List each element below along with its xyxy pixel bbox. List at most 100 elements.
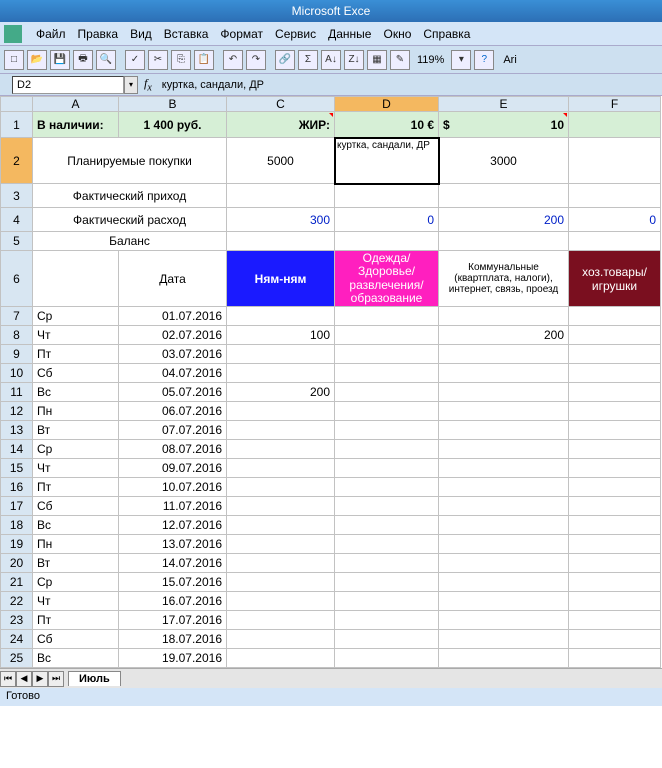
cell-B25[interactable]: 19.07.2016 [119, 649, 227, 668]
sheet-tab[interactable]: Июль [68, 671, 121, 686]
col-E[interactable]: E [439, 97, 569, 112]
cell-E4[interactable]: 200 [439, 208, 569, 232]
cell-F9[interactable] [569, 345, 661, 364]
cell-A25[interactable]: Вс [33, 649, 119, 668]
col-F[interactable]: F [569, 97, 661, 112]
cell-D1[interactable]: 10 € [335, 112, 439, 138]
cell-F21[interactable] [569, 573, 661, 592]
tab-nav-prev-icon[interactable]: ◀ [16, 671, 32, 687]
cell-E8[interactable]: 200 [439, 326, 569, 345]
new-icon[interactable]: □ [4, 50, 24, 70]
row-1[interactable]: 1 [1, 112, 33, 138]
cell-C8[interactable]: 100 [227, 326, 335, 345]
cell-E16[interactable] [439, 478, 569, 497]
cell-A9[interactable]: Пт [33, 345, 119, 364]
row-11[interactable]: 11 [1, 383, 33, 402]
cell-A17[interactable]: Сб [33, 497, 119, 516]
cell-A12[interactable]: Пн [33, 402, 119, 421]
cell-A19[interactable]: Пн [33, 535, 119, 554]
cell-A21[interactable]: Ср [33, 573, 119, 592]
cell-F18[interactable] [569, 516, 661, 535]
cell-C12[interactable] [227, 402, 335, 421]
cell-F4[interactable]: 0 [569, 208, 661, 232]
cell-F13[interactable] [569, 421, 661, 440]
cell-C17[interactable] [227, 497, 335, 516]
cell-A22[interactable]: Чт [33, 592, 119, 611]
cell-C23[interactable] [227, 611, 335, 630]
cell-D6[interactable]: Одежда/Здоровье/развлечения/образование [335, 251, 439, 307]
cell-C24[interactable] [227, 630, 335, 649]
row-12[interactable]: 12 [1, 402, 33, 421]
sort-desc-icon[interactable]: Z↓ [344, 50, 364, 70]
fx-icon[interactable]: fx [138, 76, 158, 93]
print-icon[interactable]: 🖶 [73, 50, 93, 70]
cell-F17[interactable] [569, 497, 661, 516]
menu-edit[interactable]: Правка [72, 27, 125, 41]
cell-B16[interactable]: 10.07.2016 [119, 478, 227, 497]
undo-icon[interactable]: ↶ [223, 50, 243, 70]
cell-D19[interactable] [335, 535, 439, 554]
cell-B15[interactable]: 09.07.2016 [119, 459, 227, 478]
cell-E2[interactable]: 3000 [439, 138, 569, 184]
cell-A23[interactable]: Пт [33, 611, 119, 630]
cell-B23[interactable]: 17.07.2016 [119, 611, 227, 630]
tab-nav-last-icon[interactable]: ⏭ [48, 671, 64, 687]
row-19[interactable]: 19 [1, 535, 33, 554]
cell-D14[interactable] [335, 440, 439, 459]
select-all[interactable] [1, 97, 33, 112]
cell-E9[interactable] [439, 345, 569, 364]
cell-F12[interactable] [569, 402, 661, 421]
cell-B14[interactable]: 08.07.2016 [119, 440, 227, 459]
zoom-dd-icon[interactable]: ▾ [451, 50, 471, 70]
cell-F10[interactable] [569, 364, 661, 383]
cell-C25[interactable] [227, 649, 335, 668]
cell-E17[interactable] [439, 497, 569, 516]
cell-F2[interactable] [569, 138, 661, 184]
cell-A10[interactable]: Сб [33, 364, 119, 383]
cell-A11[interactable]: Вс [33, 383, 119, 402]
cell-A1[interactable]: В наличии: [33, 112, 119, 138]
cell-E23[interactable] [439, 611, 569, 630]
cell-A8[interactable]: Чт [33, 326, 119, 345]
open-icon[interactable]: 📂 [27, 50, 47, 70]
cut-icon[interactable]: ✂ [148, 50, 168, 70]
cell-B20[interactable]: 14.07.2016 [119, 554, 227, 573]
cell-D8[interactable] [335, 326, 439, 345]
cell-E7[interactable] [439, 307, 569, 326]
cell-F24[interactable] [569, 630, 661, 649]
row-6[interactable]: 6 [1, 251, 33, 307]
cell-E5[interactable] [439, 232, 569, 251]
sum-icon[interactable]: Σ [298, 50, 318, 70]
cell-F6[interactable]: хоз.товары/игрушки [569, 251, 661, 307]
cell-E21[interactable] [439, 573, 569, 592]
cell-D10[interactable] [335, 364, 439, 383]
cell-E15[interactable] [439, 459, 569, 478]
cell-B21[interactable]: 15.07.2016 [119, 573, 227, 592]
cell-B22[interactable]: 16.07.2016 [119, 592, 227, 611]
col-A[interactable]: A [33, 97, 119, 112]
cell-C6[interactable]: Ням-ням [227, 251, 335, 307]
cell-A24[interactable]: Сб [33, 630, 119, 649]
cell-E1[interactable]: $10 [439, 112, 569, 138]
tab-nav-first-icon[interactable]: ⏮ [0, 671, 16, 687]
cell-B9[interactable]: 03.07.2016 [119, 345, 227, 364]
cell-E10[interactable] [439, 364, 569, 383]
cell-D22[interactable] [335, 592, 439, 611]
menu-view[interactable]: Вид [124, 27, 158, 41]
cell-C20[interactable] [227, 554, 335, 573]
menu-tools[interactable]: Сервис [269, 27, 322, 41]
row-4[interactable]: 4 [1, 208, 33, 232]
cell-E18[interactable] [439, 516, 569, 535]
cell-C7[interactable] [227, 307, 335, 326]
paste-icon[interactable]: 📋 [194, 50, 214, 70]
cell-D5[interactable] [335, 232, 439, 251]
row-10[interactable]: 10 [1, 364, 33, 383]
cell-A5B5[interactable]: Баланс [33, 232, 227, 251]
cell-A20[interactable]: Вт [33, 554, 119, 573]
cell-F19[interactable] [569, 535, 661, 554]
cell-C18[interactable] [227, 516, 335, 535]
cell-C4[interactable]: 300 [227, 208, 335, 232]
row-2[interactable]: 2 [1, 138, 33, 184]
cell-B8[interactable]: 02.07.2016 [119, 326, 227, 345]
row-3[interactable]: 3 [1, 184, 33, 208]
